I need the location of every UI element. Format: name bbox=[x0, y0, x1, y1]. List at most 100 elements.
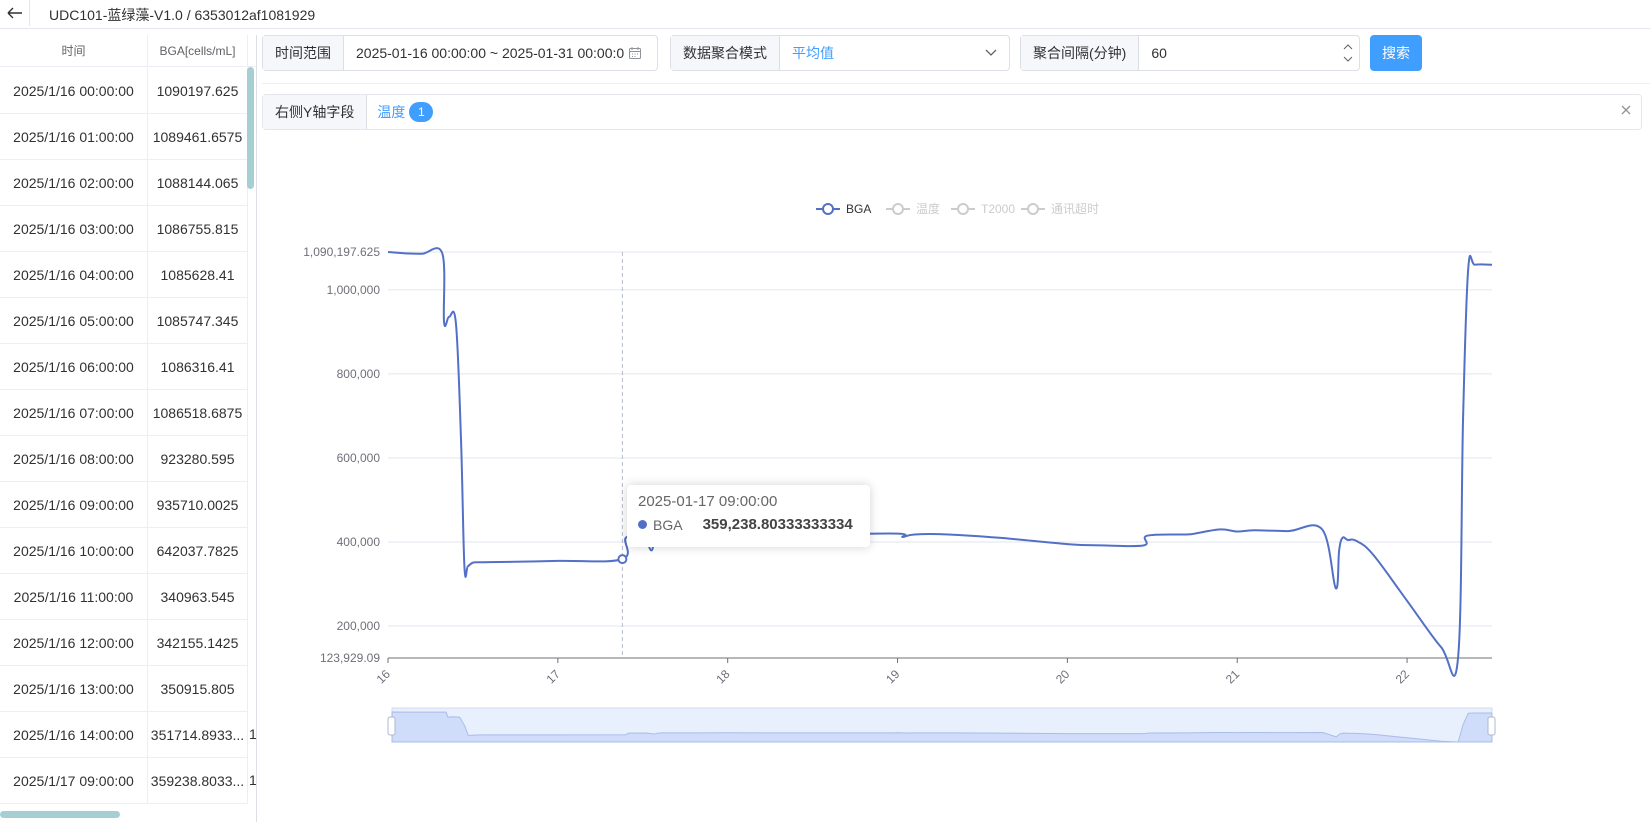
table-row[interactable]: 2025/1/16 01:00:00 1089461.6575 bbox=[0, 114, 248, 160]
interval-stepper[interactable] bbox=[1343, 44, 1353, 62]
chevron-down-icon[interactable] bbox=[985, 49, 997, 57]
tooltip-value: 359,238.80333333334 bbox=[702, 516, 853, 533]
vertical-scrollbar[interactable] bbox=[247, 67, 254, 189]
x-tick-label: 16 bbox=[374, 667, 394, 687]
interval-label: 聚合间隔(分钟) bbox=[1021, 36, 1140, 70]
x-tick-label: 21 bbox=[1223, 667, 1243, 687]
tag-label: 温度 bbox=[377, 104, 406, 120]
table-row[interactable]: 2025/1/16 00:00:00 1090197.625 bbox=[0, 68, 248, 114]
tooltip-title: 2025-01-17 09:00:00 bbox=[638, 493, 778, 510]
y-tick-label: 400,000 bbox=[337, 535, 381, 549]
cell-time: 2025/1/16 09:00:00 bbox=[0, 482, 148, 527]
back-button[interactable] bbox=[0, 0, 30, 26]
cell-time: 2025/1/16 11:00:00 bbox=[0, 574, 148, 619]
legend-item[interactable]: 温度 bbox=[916, 201, 940, 216]
cell-time: 2025/1/16 02:00:00 bbox=[0, 160, 148, 205]
chevron-up-icon[interactable] bbox=[1343, 44, 1353, 50]
cell-bga: 1088144.065 bbox=[148, 160, 248, 205]
cell-time: 2025/1/16 07:00:00 bbox=[0, 390, 148, 435]
legend-marker bbox=[1027, 203, 1039, 215]
legend-marker bbox=[957, 203, 969, 215]
cell-bga: 1086755.815 bbox=[148, 206, 248, 251]
x-tick-label: 17 bbox=[543, 667, 563, 687]
column-header-time[interactable]: 时间 bbox=[0, 35, 148, 66]
cell-time: 2025/1/16 03:00:00 bbox=[0, 206, 148, 251]
chevron-down-icon[interactable] bbox=[1343, 56, 1353, 62]
cell-overflow: 1 bbox=[249, 726, 257, 742]
legend-marker bbox=[822, 203, 834, 215]
cell-bga: 1090197.625 bbox=[148, 68, 248, 113]
table-row[interactable]: 2025/1/16 08:00:00 923280.595 bbox=[0, 436, 248, 482]
close-icon[interactable] bbox=[1619, 103, 1633, 117]
cell-overflow: 1 bbox=[249, 772, 257, 788]
bga-line-chart[interactable]: 1,090,197.625 1,000,000 800,000 600,000 400,… bbox=[262, 135, 1650, 815]
time-range-picker[interactable]: 时间范围 2025-01-16 00:00:00 ~ 2025-01-31 00… bbox=[262, 35, 658, 71]
table-row[interactable]: 2025/1/16 12:00:00 342155.1425 bbox=[0, 620, 248, 666]
cell-time: 2025/1/17 09:00:00 bbox=[0, 758, 148, 803]
x-tick-label: 20 bbox=[1053, 667, 1073, 687]
cell-time: 2025/1/16 08:00:00 bbox=[0, 436, 148, 481]
legend-item[interactable]: 通讯超时 bbox=[1051, 201, 1099, 216]
cell-time: 2025/1/16 06:00:00 bbox=[0, 344, 148, 389]
time-range-label: 时间范围 bbox=[263, 36, 344, 70]
legend-item[interactable]: T2000 bbox=[981, 202, 1015, 216]
x-tick-label: 22 bbox=[1393, 667, 1413, 687]
table-row[interactable]: 2025/1/16 03:00:00 1086755.815 bbox=[0, 206, 248, 252]
cell-time: 2025/1/16 14:00:00 bbox=[0, 712, 148, 757]
legend-item[interactable]: BGA bbox=[846, 202, 871, 216]
table-row[interactable]: 2025/1/16 11:00:00 340963.545 bbox=[0, 574, 248, 620]
chart-tooltip: 2025-01-17 09:00:00 BGA 359,238.80333333… bbox=[627, 485, 870, 547]
cell-bga: 340963.545 bbox=[148, 574, 248, 619]
table-row[interactable]: 2025/1/16 10:00:00 642037.7825 bbox=[0, 528, 248, 574]
interval-input-group: 聚合间隔(分钟) 60 bbox=[1020, 35, 1360, 71]
tooltip-series-name: BGA bbox=[653, 516, 683, 533]
table-row[interactable]: 2025/1/16 06:00:00 1086316.41 bbox=[0, 344, 248, 390]
cell-bga: 1085628.41 bbox=[148, 252, 248, 297]
right-y-axis-tag[interactable]: 温度 1 bbox=[377, 102, 434, 122]
zoom-handle-right[interactable] bbox=[1487, 716, 1496, 736]
x-tick-label: 19 bbox=[883, 667, 903, 687]
top-bar: UDC101-蓝绿藻-V1.0 / 6353012af1081929 bbox=[0, 0, 1650, 29]
y-tick-label: 1,090,197.625 bbox=[303, 245, 380, 259]
table-row[interactable]: 2025/1/16 04:00:00 1085628.41 bbox=[0, 252, 248, 298]
series-line-bga bbox=[387, 247, 1493, 677]
cell-time: 2025/1/16 01:00:00 bbox=[0, 114, 148, 159]
column-header-extra bbox=[248, 35, 256, 66]
table-row[interactable]: 2025/1/16 05:00:00 1085747.345 bbox=[0, 298, 248, 344]
time-range-input[interactable]: 2025-01-16 00:00:00 ~ 2025-01-31 00:00:0 bbox=[344, 45, 628, 61]
table-body: 2025/1/16 00:00:00 1090197.625 2025/1/16 0… bbox=[0, 68, 248, 804]
table-row[interactable]: 2025/1/16 09:00:00 935710.0025 bbox=[0, 482, 248, 528]
right-y-axis-label: 右侧Y轴字段 bbox=[263, 95, 368, 129]
zoom-handle-left[interactable] bbox=[387, 716, 396, 736]
agg-mode-value[interactable]: 平均值 bbox=[780, 43, 980, 63]
agg-mode-select[interactable]: 数据聚合模式 平均值 bbox=[670, 35, 1010, 71]
cell-time: 2025/1/16 12:00:00 bbox=[0, 620, 148, 665]
search-button[interactable]: 搜索 bbox=[1370, 35, 1422, 71]
table-row[interactable]: 2025/1/16 13:00:00 350915.805 bbox=[0, 666, 248, 712]
table-row[interactable]: 2025/1/17 09:00:00 359238.8033... bbox=[0, 758, 248, 804]
cell-bga: 1089461.6575 bbox=[148, 114, 248, 159]
cell-bga: 342155.1425 bbox=[148, 620, 248, 665]
table-row[interactable]: 2025/1/16 14:00:00 351714.8933... bbox=[0, 712, 248, 758]
calendar-icon[interactable] bbox=[628, 46, 642, 60]
cell-time: 2025/1/16 00:00:00 bbox=[0, 68, 148, 113]
highlight-point bbox=[617, 554, 628, 565]
table-row[interactable]: 2025/1/16 02:00:00 1088144.065 bbox=[0, 160, 248, 206]
column-header-bga[interactable]: BGA[cells/mL] bbox=[148, 35, 248, 66]
table-row[interactable]: 2025/1/16 07:00:00 1086518.6875 bbox=[0, 390, 248, 436]
agg-mode-label: 数据聚合模式 bbox=[671, 36, 780, 70]
cell-bga: 350915.805 bbox=[148, 666, 248, 711]
interval-input[interactable]: 60 bbox=[1139, 45, 1319, 61]
y-tick-label: 600,000 bbox=[337, 451, 381, 465]
horizontal-scrollbar[interactable] bbox=[0, 811, 120, 818]
divider bbox=[262, 83, 1650, 84]
data-table: 时间 BGA[cells/mL] 2025/1/16 00:00:00 10901… bbox=[0, 35, 257, 822]
cell-bga: 923280.595 bbox=[148, 436, 248, 481]
cell-time: 2025/1/16 04:00:00 bbox=[0, 252, 148, 297]
y-tick-label: 123,929.09 bbox=[320, 651, 380, 665]
breadcrumb: UDC101-蓝绿藻-V1.0 / 6353012af1081929 bbox=[49, 7, 316, 23]
right-y-axis-field[interactable]: 右侧Y轴字段 温度 1 bbox=[262, 94, 1642, 130]
legend-marker bbox=[892, 203, 904, 215]
cell-time: 2025/1/16 10:00:00 bbox=[0, 528, 148, 573]
arrow-left-icon bbox=[7, 7, 22, 19]
